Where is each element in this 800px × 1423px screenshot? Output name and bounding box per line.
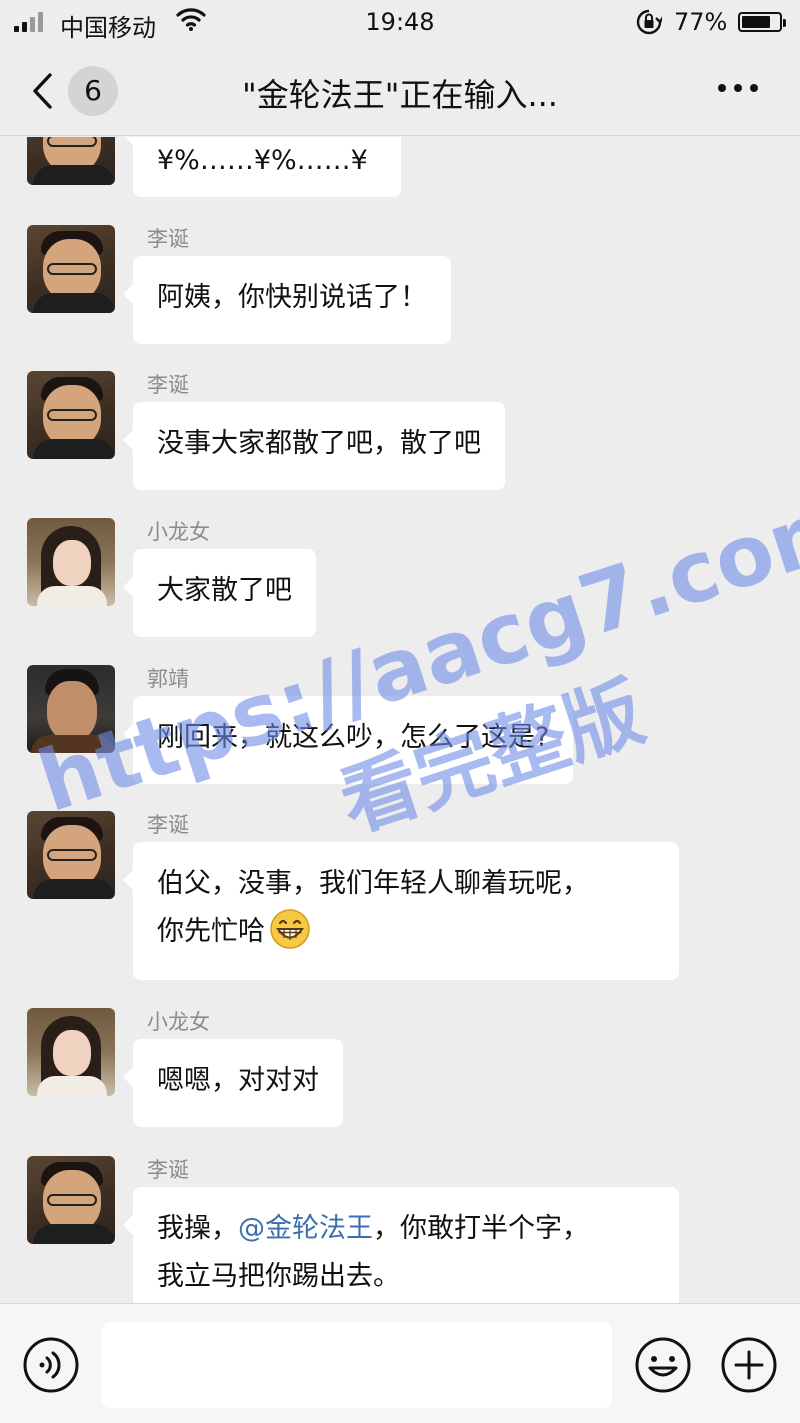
message-bubble[interactable]: 我操，@金轮法王，你敢打半个字， 我立马把你踢出去。 — [123, 1187, 679, 1303]
message-text-line: 你先忙哈 — [157, 908, 655, 956]
mention-link[interactable]: @金轮法王 — [238, 1213, 373, 1244]
message-text: ¥%……¥%……¥ — [157, 145, 368, 176]
message-text: 你先忙哈 — [157, 916, 265, 947]
grinning-emoji-icon — [270, 909, 310, 949]
sender-name: 李诞 — [147, 227, 189, 251]
person-avatar[interactable] — [27, 225, 115, 313]
person-avatar[interactable] — [27, 1156, 115, 1244]
message-bubble[interactable]: 阿姨，你快别说话了！ — [123, 256, 451, 344]
message-bubble[interactable]: 刚回来，就这么吵，怎么了这是? — [122, 696, 574, 784]
message-text: 阿姨，你快别说话了！ — [157, 282, 427, 313]
sender-name: 小龙女 — [147, 1010, 210, 1034]
back-icon[interactable] — [30, 72, 54, 110]
battery-percent: 77% — [674, 8, 728, 36]
voice-icon[interactable] — [22, 1336, 80, 1394]
plus-icon[interactable] — [720, 1336, 778, 1394]
message-text: 大家散了吧 — [157, 575, 292, 606]
unread-count-badge[interactable]: 6 — [68, 66, 118, 116]
message-bubble[interactable]: 大家散了吧 — [123, 549, 316, 637]
message-bubble[interactable]: ¥%……¥%……¥ — [123, 137, 401, 197]
message-text: 没事大家都散了吧，散了吧 — [157, 428, 481, 459]
battery-icon — [738, 12, 786, 32]
input-bar — [0, 1303, 800, 1423]
chat-title: "金轮法王"正在输入... — [242, 76, 558, 114]
message-text: ，你敢打半个字， — [373, 1213, 589, 1244]
message-text: 我立马把你踢出去。 — [157, 1261, 400, 1292]
sender-name: 李诞 — [147, 813, 189, 837]
person-avatar[interactable] — [27, 371, 115, 459]
message-text: 刚回来，就这么吵，怎么了这是? — [157, 722, 550, 753]
more-icon[interactable] — [718, 84, 758, 92]
message-text: 我操， — [157, 1213, 238, 1244]
sender-name: 李诞 — [147, 1158, 189, 1182]
emoji-icon[interactable] — [634, 1336, 692, 1394]
message-bubble[interactable]: 嗯嗯，对对对 — [123, 1039, 343, 1127]
person-avatar[interactable] — [27, 665, 115, 753]
status-bar: 中国移动 19:48 77% — [0, 0, 800, 46]
person-avatar[interactable] — [27, 1008, 115, 1096]
sender-name: 小龙女 — [147, 520, 210, 544]
message-input[interactable] — [102, 1322, 612, 1408]
message-bubble[interactable]: 伯父，没事，我们年轻人聊着玩呢， 你先忙哈 — [123, 842, 679, 980]
message-text: 伯父，没事，我们年轻人聊着玩呢， — [157, 868, 589, 899]
sender-name: 李诞 — [147, 373, 189, 397]
person-avatar[interactable] — [27, 137, 115, 185]
person-avatar[interactable] — [27, 811, 115, 899]
message-list[interactable]: ¥%……¥%……¥ 李诞 阿姨，你快别说话了！ 李诞 没事大家都散了吧，散了吧 … — [0, 137, 800, 1303]
person-avatar[interactable] — [27, 518, 115, 606]
message-text-line: 我操，@金轮法王，你敢打半个字， — [157, 1205, 655, 1253]
sender-name: 郭靖 — [147, 667, 189, 691]
message-bubble[interactable]: 没事大家都散了吧，散了吧 — [123, 402, 505, 490]
message-text: 嗯嗯，对对对 — [157, 1065, 319, 1096]
chat-header: 6 "金轮法王"正在输入... — [0, 46, 800, 136]
rotation-lock-icon — [636, 9, 662, 35]
